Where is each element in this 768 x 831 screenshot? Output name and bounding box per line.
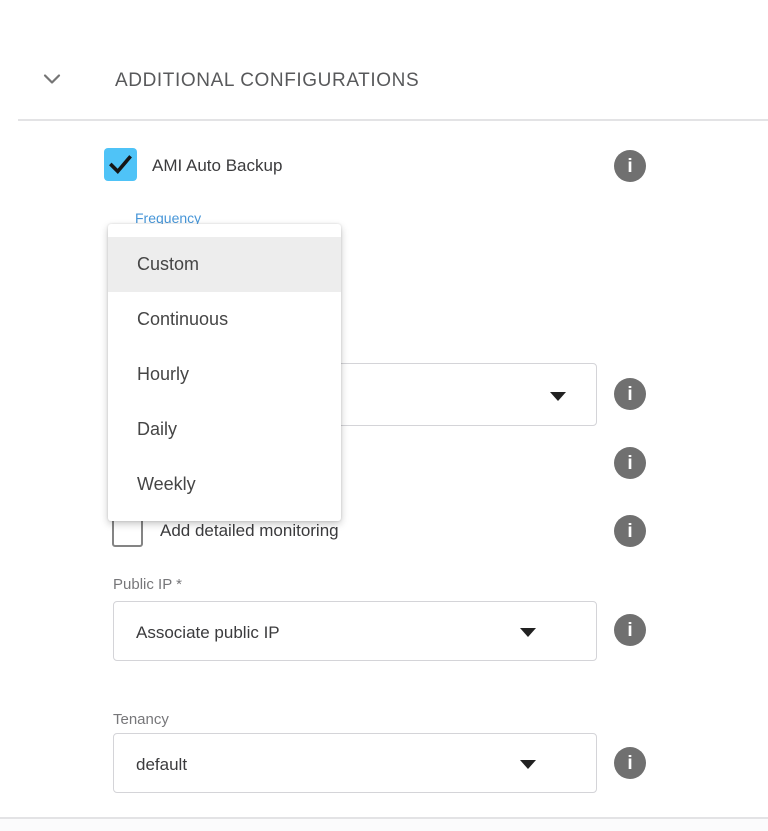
chevron-down-glyph (40, 67, 64, 91)
info-icon[interactable]: i (614, 515, 646, 547)
dropdown-caret-icon (520, 760, 536, 769)
public-ip-select[interactable]: Associate public IP (113, 601, 597, 661)
tenancy-select[interactable]: default (113, 733, 597, 793)
ami-auto-backup-checkbox[interactable] (104, 148, 137, 181)
info-glyph: i (627, 454, 632, 473)
tenancy-label: Tenancy (113, 711, 169, 728)
bottom-strip (0, 819, 768, 831)
check-icon (104, 148, 137, 181)
info-icon[interactable]: i (614, 150, 646, 182)
frequency-options-menu: Custom Continuous Hourly Daily Weekly (108, 224, 341, 521)
menu-item-custom[interactable]: Custom (108, 237, 341, 292)
detailed-monitoring-label: Add detailed monitoring (160, 521, 339, 541)
chevron-down-icon[interactable] (40, 67, 64, 91)
info-icon[interactable]: i (614, 614, 646, 646)
info-glyph: i (627, 522, 632, 541)
tenancy-value: default (136, 755, 187, 775)
menu-item-continuous[interactable]: Continuous (108, 292, 341, 347)
dropdown-caret-icon (520, 628, 536, 637)
info-icon[interactable]: i (614, 378, 646, 410)
section-divider (18, 119, 768, 121)
info-glyph: i (627, 385, 632, 404)
info-glyph: i (627, 621, 632, 640)
menu-item-weekly[interactable]: Weekly (108, 457, 341, 512)
info-icon[interactable]: i (614, 747, 646, 779)
dropdown-caret-icon (550, 392, 566, 401)
menu-item-hourly[interactable]: Hourly (108, 347, 341, 402)
section-title: ADDITIONAL CONFIGURATIONS (115, 70, 419, 92)
public-ip-label: Public IP * (113, 576, 182, 593)
public-ip-value: Associate public IP (136, 623, 280, 643)
info-icon[interactable]: i (614, 447, 646, 479)
ami-auto-backup-label: AMI Auto Backup (152, 156, 282, 176)
info-glyph: i (627, 754, 632, 773)
menu-item-daily[interactable]: Daily (108, 402, 341, 457)
info-glyph: i (627, 157, 632, 176)
